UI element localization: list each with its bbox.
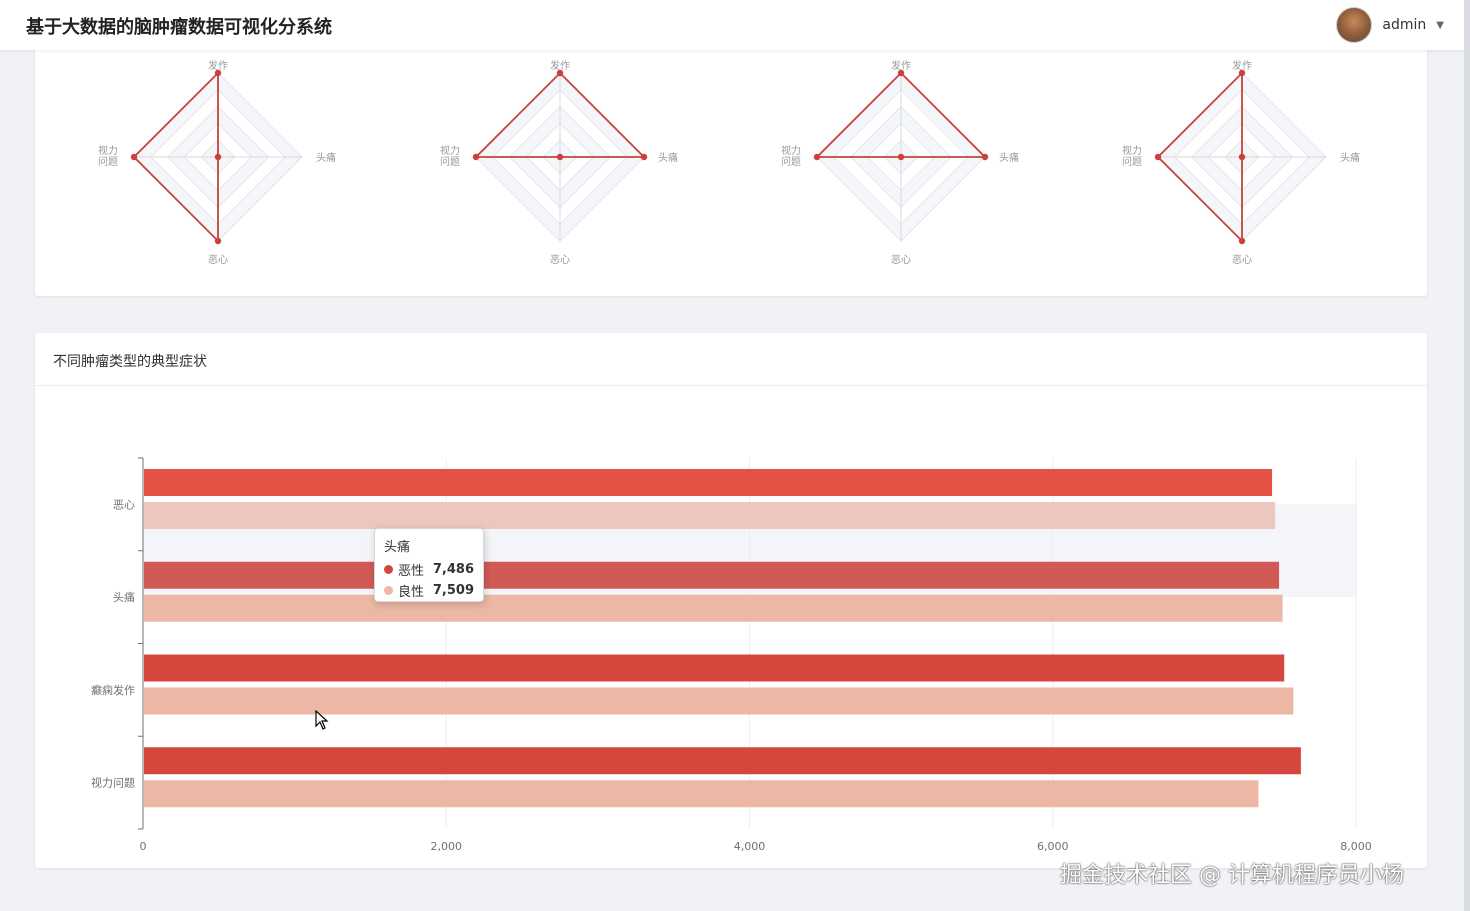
bar-benign (144, 502, 1276, 529)
radar-indicator-label: 视力 (781, 144, 801, 157)
bar-benign (144, 780, 1259, 808)
radar-point (640, 153, 648, 161)
y-tick-label: 癫痫发作 (91, 683, 135, 697)
radar-point (897, 69, 905, 77)
radar-point (897, 153, 905, 161)
radar-point (556, 69, 564, 77)
radar-indicator-label: 头痛 (999, 151, 1019, 164)
bar-malignant (144, 654, 1285, 682)
radar-point (214, 153, 222, 161)
scrollbar[interactable] (1464, 0, 1470, 911)
radar-chart: 发作头痛恶心视力问题 (781, 59, 1019, 266)
radar-indicator-label: 头痛 (1340, 151, 1360, 164)
radar-point (813, 153, 821, 161)
bar-benign (144, 594, 1283, 622)
radar-point (214, 69, 222, 77)
y-tick-label: 头痛 (113, 590, 135, 604)
top-bar: 基于大数据的脑肿瘤数据可视化分系统 admin ▼ (0, 0, 1470, 50)
radar-indicator-label: 视力 (440, 144, 460, 157)
radar-indicator-label: 头痛 (658, 151, 678, 164)
radar-indicator-label: 恶心 (550, 254, 570, 266)
x-tick-label: 4,000 (734, 840, 766, 853)
tooltip-row: 良性 7,509 (384, 580, 474, 601)
tooltip-value: 7,486 (432, 562, 474, 577)
symptom-bar-card: 不同肿瘤类型的典型症状 0 2,000 4,000 6,000 8,000 恶心头痛癫痫发… (35, 333, 1427, 868)
tooltip-dot-icon (384, 586, 393, 595)
tooltip-dot-icon (384, 565, 393, 574)
tooltip-series-name: 良性 (398, 585, 425, 600)
mouse-cursor-icon (315, 710, 329, 730)
radar-indicator-label: 视力 (98, 144, 118, 157)
user-menu[interactable]: admin ▼ (1336, 7, 1444, 43)
symptom-bar-chart: 0 2,000 4,000 6,000 8,000 恶心头痛癫痫发作视力问题 恶性良性 (91, 457, 1372, 853)
bar-card-title: 不同肿瘤类型的典型症状 (35, 333, 1427, 386)
watermark: 掘金技术社区 @ 计算机程序员小杨 (1060, 863, 1404, 888)
tooltip-series-name: 恶性 (398, 564, 425, 579)
radar-point (1238, 153, 1246, 161)
caret-down-icon[interactable]: ▼ (1436, 20, 1444, 31)
radar-point (214, 237, 222, 245)
radar-point (1238, 237, 1246, 245)
radar-point (472, 153, 480, 161)
radar-indicator-label: 视力 (1122, 144, 1142, 157)
username[interactable]: admin (1382, 17, 1426, 33)
radar-chart: 发作头痛恶心视力问题 (98, 59, 336, 266)
radar-indicator-label: 恶心 (208, 254, 228, 266)
radar-chart: 发作头痛恶心视力问题 (440, 59, 678, 266)
tooltip-title: 头痛 (384, 540, 411, 555)
x-tick-label: 6,000 (1037, 840, 1069, 853)
radar-indicator-label: 问题 (98, 155, 118, 168)
x-tick-label: 0 (140, 840, 147, 853)
radar-indicator-label: 恶心 (891, 254, 911, 266)
radar-point (556, 153, 564, 161)
radar-chart: 发作头痛恶心视力问题 (1122, 59, 1360, 266)
x-tick-label: 8,000 (1340, 840, 1372, 853)
bar-malignant (144, 469, 1273, 496)
bar-malignant (144, 747, 1301, 775)
tooltip-row: 恶性 7,486 (384, 559, 474, 580)
x-tick-label: 2,000 (431, 840, 463, 853)
y-tick-label: 恶心 (113, 498, 135, 511)
avatar[interactable] (1336, 7, 1373, 43)
radar-indicator-label: 问题 (440, 155, 460, 168)
radar-point (1154, 153, 1162, 161)
radar-charts: 发作头痛恶心视力问题发作头痛恶心视力问题发作头痛恶心视力问题发作头痛恶心视力问题 (98, 59, 1360, 266)
radar-indicator-label: 头痛 (316, 151, 336, 164)
radar-indicator-label: 问题 (1122, 155, 1142, 168)
radar-point (130, 153, 138, 161)
bar-malignant (144, 561, 1280, 589)
radar-indicator-label: 问题 (781, 155, 801, 168)
y-tick-label: 视力问题 (91, 776, 135, 790)
tooltip-value: 7,509 (432, 583, 474, 598)
radar-card: 发作 头痛 恶心 视力 问题 发作 头痛 恶心 视力 问题 发作 头痛 恶心 视力 问题 发作 头痛 恶心 视力 问题 (35, 30, 1427, 296)
app-title: 基于大数据的脑肿瘤数据可视化分系统 (26, 17, 332, 38)
radar-indicator-label: 恶心 (1232, 254, 1252, 266)
radar-point (1238, 69, 1246, 77)
chart-tooltip: 头痛 恶性 7,486 良性 7,509 (374, 528, 484, 602)
radar-point (981, 153, 989, 161)
